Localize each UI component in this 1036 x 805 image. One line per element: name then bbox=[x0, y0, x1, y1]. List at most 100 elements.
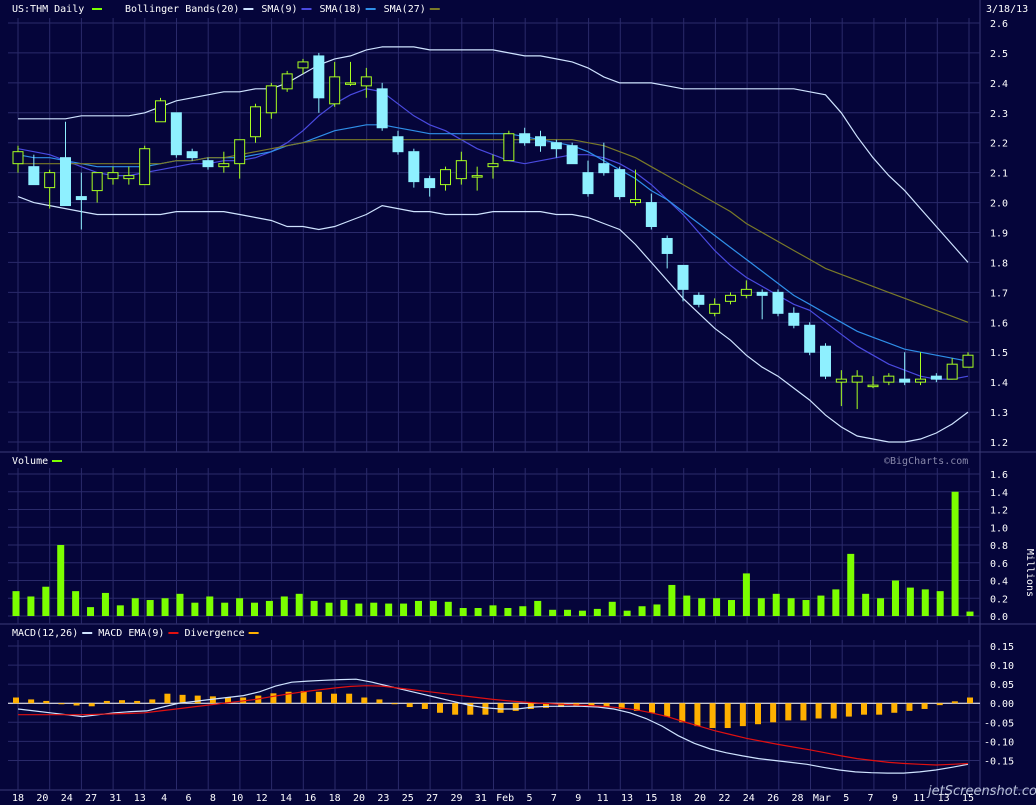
divergence-bar bbox=[437, 703, 443, 713]
x-tick-label: 16 bbox=[304, 793, 316, 802]
candle-body bbox=[946, 363, 958, 380]
candle-body bbox=[915, 378, 926, 383]
volume-bar bbox=[116, 605, 124, 616]
price-tick-label: 2.5 bbox=[990, 49, 1008, 60]
divergence-bar bbox=[58, 703, 65, 705]
divergence-bar bbox=[649, 703, 655, 713]
candle-body bbox=[487, 163, 499, 168]
volume-bar bbox=[564, 609, 572, 616]
divergence-bar bbox=[452, 703, 459, 715]
macd-legend-swatch bbox=[82, 632, 93, 634]
price-tick-label: 2.0 bbox=[990, 199, 1008, 210]
volume-swatch bbox=[52, 460, 62, 462]
price-tick-label: 2.1 bbox=[990, 169, 1008, 180]
volume-bar bbox=[578, 610, 586, 616]
candle-body bbox=[471, 175, 483, 178]
divergence-bar bbox=[921, 703, 928, 709]
divergence-bar bbox=[376, 699, 383, 704]
volume-bar bbox=[191, 602, 199, 616]
volume-bar bbox=[400, 603, 408, 616]
volume-tick-label: 0.2 bbox=[990, 594, 1008, 605]
candle-body bbox=[566, 145, 578, 165]
x-tick-label: 29 bbox=[450, 793, 462, 802]
divergence-bar bbox=[770, 703, 777, 723]
volume-bar bbox=[936, 591, 944, 616]
volume-bar bbox=[236, 598, 244, 616]
volume-bar bbox=[832, 589, 840, 616]
volume-bar bbox=[474, 608, 482, 616]
legend-swatch bbox=[429, 8, 440, 10]
volume-bar bbox=[862, 593, 870, 616]
volume-tick-label: 1.2 bbox=[990, 506, 1008, 517]
candle-body bbox=[91, 172, 103, 192]
x-tick-label: 5 bbox=[843, 793, 849, 802]
volume-bar bbox=[161, 598, 169, 616]
volume-bar bbox=[906, 587, 914, 616]
divergence-bar bbox=[891, 703, 898, 713]
x-tick-label: 27 bbox=[85, 793, 97, 802]
candle-body bbox=[139, 148, 151, 186]
divergence-bar bbox=[876, 703, 883, 715]
volume-bar bbox=[638, 606, 646, 616]
price-tick-label: 1.4 bbox=[990, 378, 1008, 389]
macd-legend: MACD(12,26) MACD EMA(9) Divergence bbox=[12, 628, 259, 639]
divergence-bar bbox=[88, 703, 95, 707]
chart-date: 3/18/13 bbox=[986, 4, 1028, 15]
divergence-bar bbox=[482, 703, 489, 715]
volume-bar bbox=[847, 553, 855, 616]
candle-body bbox=[265, 85, 277, 114]
legend-label: Bollinger Bands(20) bbox=[125, 4, 239, 15]
candle-body bbox=[661, 237, 673, 254]
price-tick-label: 1.6 bbox=[990, 318, 1008, 329]
candle-body bbox=[202, 160, 214, 168]
candle-body bbox=[930, 375, 942, 380]
chart-canvas: US:THM Daily 3/18/13 Bollinger Bands(20)… bbox=[0, 0, 1036, 804]
x-tick-label: 25 bbox=[402, 793, 414, 802]
macd-tick-label: -0.05 bbox=[984, 718, 1014, 729]
candle-body bbox=[28, 166, 40, 186]
candle-body bbox=[598, 163, 610, 174]
volume-tick-label: 1.6 bbox=[990, 470, 1008, 481]
divergence-bar bbox=[694, 703, 701, 727]
divergence-bar bbox=[800, 703, 807, 721]
volume-bar bbox=[414, 600, 422, 616]
divergence-bar bbox=[164, 693, 171, 704]
x-tick-label: 20 bbox=[36, 793, 48, 802]
x-tick-label: 28 bbox=[791, 793, 803, 802]
divergence-bar bbox=[13, 697, 19, 704]
candle-body bbox=[392, 136, 404, 153]
price-legend: Bollinger Bands(20) SMA(9) SMA(18) SMA(27) bbox=[125, 4, 440, 15]
volume-bar bbox=[519, 606, 527, 616]
volume-bar bbox=[72, 591, 80, 616]
x-tick-label: 14 bbox=[280, 793, 292, 802]
x-tick-label: 18 bbox=[329, 793, 341, 802]
volume-unit-label: Millions bbox=[1024, 549, 1035, 597]
divergence-bar bbox=[785, 703, 792, 721]
volume-bar bbox=[608, 601, 616, 616]
volume-bar bbox=[310, 600, 318, 616]
divergence-bar bbox=[951, 701, 958, 704]
volume-bar bbox=[623, 610, 631, 616]
price-tick-label: 2.3 bbox=[990, 109, 1008, 120]
divergence-bar bbox=[679, 703, 686, 723]
volume-bar bbox=[683, 595, 691, 616]
volume-bar bbox=[131, 598, 139, 616]
x-tick-label: 23 bbox=[377, 793, 389, 802]
labels-layer: US:THM Daily 3/18/13 Bollinger Bands(20)… bbox=[12, 4, 1036, 804]
divergence-bar bbox=[830, 703, 837, 719]
candle-body bbox=[345, 82, 356, 85]
x-tick-label: 18 bbox=[12, 793, 24, 802]
volume-bar bbox=[295, 593, 303, 616]
x-tick-label: Mar bbox=[813, 793, 831, 802]
macd-tick-label: 0.10 bbox=[990, 661, 1014, 672]
x-tick-label: 24 bbox=[61, 793, 73, 802]
divergence-bar bbox=[270, 693, 277, 704]
divergence-bar bbox=[406, 703, 413, 708]
divergence-bar bbox=[967, 697, 973, 704]
volume-bar bbox=[698, 598, 706, 616]
x-tick-label: 9 bbox=[892, 793, 898, 802]
candle-body bbox=[772, 291, 784, 314]
volume-bar bbox=[459, 608, 467, 616]
candle-body bbox=[851, 375, 863, 383]
macd-tick-label: 0.00 bbox=[990, 699, 1014, 710]
